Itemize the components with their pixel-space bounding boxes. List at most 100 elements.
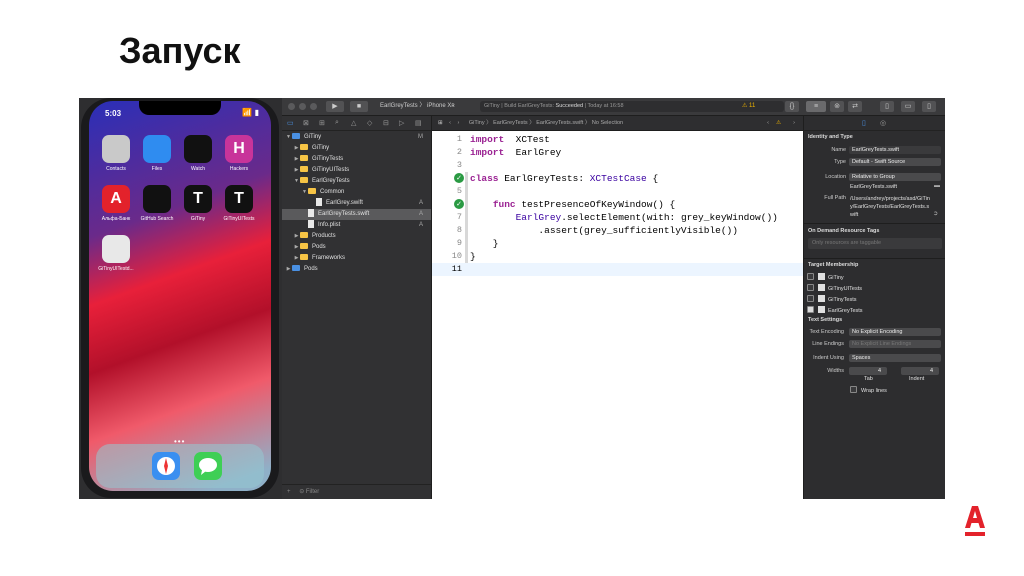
file-inspector-icon[interactable]: ▯ xyxy=(862,119,866,127)
code-line[interactable]: 1 import XCTest xyxy=(432,133,803,146)
back-icon[interactable]: ‹ xyxy=(449,120,451,126)
messages-icon[interactable] xyxy=(194,452,222,480)
disclosure-icon[interactable]: ▶ xyxy=(293,242,300,253)
indent-using-select[interactable]: Spaces xyxy=(849,354,941,362)
navigator-item[interactable]: EarlGreyTests.swift A xyxy=(282,209,431,220)
warning-icon[interactable]: ⚠ xyxy=(776,116,781,130)
disclosure-icon[interactable]: ▶ xyxy=(285,264,292,275)
grid-icon[interactable]: ⊞ xyxy=(438,120,443,126)
navigator-item[interactable]: ▶ Products xyxy=(282,231,431,242)
checkbox-icon[interactable] xyxy=(807,273,814,280)
disclosure-icon[interactable]: ▶ xyxy=(293,143,300,154)
test-passed-icon[interactable]: ✓ xyxy=(454,173,464,183)
folder-icon[interactable]: ▬ xyxy=(934,183,940,189)
navigator-item[interactable]: ▼ GiTiny M xyxy=(282,132,431,143)
fold-ribbon[interactable] xyxy=(465,237,468,250)
close-window-button[interactable] xyxy=(288,103,295,110)
type-select[interactable]: Default - Swift Source xyxy=(849,158,941,166)
library-button[interactable]: {} xyxy=(785,101,799,112)
fold-ribbon[interactable] xyxy=(465,198,468,211)
breadcrumb-item[interactable]: EarlGreyTests xyxy=(493,120,528,126)
checkbox-icon[interactable] xyxy=(807,284,814,291)
chevron-right-icon[interactable]: › xyxy=(793,116,795,130)
code-line[interactable]: 5 xyxy=(432,185,803,198)
odr-tags-field[interactable]: Only resources are taggable xyxy=(808,238,942,249)
breakpoint-icon[interactable]: ▷ xyxy=(399,119,404,127)
code-line[interactable]: 10} xyxy=(432,250,803,263)
line-endings-select[interactable]: No Explicit Line Endings xyxy=(849,340,941,348)
target-membership-item[interactable]: GiTiny xyxy=(807,273,844,281)
app-hackers[interactable]: H Hackers xyxy=(221,135,257,172)
navigator-item[interactable]: EarlGrey.swift A xyxy=(282,198,431,209)
minimize-window-button[interactable] xyxy=(299,103,306,110)
app-альфа-банк[interactable]: A Альфа-Банк xyxy=(98,185,134,222)
code-area[interactable]: 1import XCTest2import EarlGrey34✓class E… xyxy=(432,133,803,276)
zoom-window-button[interactable] xyxy=(310,103,317,110)
app-contacts[interactable]: Contacts xyxy=(98,135,134,172)
code-line[interactable]: 6✓ func testPresenceOfKeyWindow() { xyxy=(432,198,803,211)
reveal-icon[interactable]: ➲ xyxy=(933,210,938,217)
wrap-lines-checkbox[interactable]: Wrap lines xyxy=(850,386,887,394)
fold-ribbon[interactable] xyxy=(465,211,468,224)
navigator-item[interactable]: ▶ GiTiny xyxy=(282,143,431,154)
safari-icon[interactable] xyxy=(152,452,180,480)
run-button[interactable]: ▶ xyxy=(326,101,344,112)
scheme-selector[interactable]: EarlGreyTests 〉 iPhone Xʀ xyxy=(380,101,455,112)
disclosure-icon[interactable]: ▼ xyxy=(293,176,300,187)
navigator-item[interactable]: ▶ Frameworks xyxy=(282,253,431,264)
app-watch[interactable]: Watch xyxy=(180,135,216,172)
disclosure-icon[interactable]: ▼ xyxy=(301,187,308,198)
target-membership-item[interactable]: GiTinyTests xyxy=(807,295,857,303)
app-github-search[interactable]: GitHub Search xyxy=(139,185,175,222)
app-gitinyuitests[interactable]: T GiTinyUITests xyxy=(221,185,257,222)
app-gitinyuitestd-[interactable]: GiTinyUITestd... xyxy=(98,235,134,272)
disclosure-icon[interactable]: ▶ xyxy=(293,253,300,264)
test-icon[interactable]: ◇ xyxy=(367,119,372,127)
navigator-item[interactable]: ▶ GiTinyUITests xyxy=(282,165,431,176)
test-passed-icon[interactable]: ✓ xyxy=(454,199,464,209)
report-icon[interactable]: ▤ xyxy=(415,119,422,127)
help-inspector-icon[interactable]: ◎ xyxy=(880,119,886,127)
fold-ribbon[interactable] xyxy=(465,185,468,198)
code-line[interactable]: 9 } xyxy=(432,237,803,250)
warning-indicator[interactable]: ⚠ 11 xyxy=(742,101,755,112)
disclosure-icon[interactable]: ▶ xyxy=(293,231,300,242)
add-icon[interactable]: + xyxy=(287,489,291,495)
forward-icon[interactable]: › xyxy=(458,120,460,126)
navigator-item[interactable]: ▶ Pods xyxy=(282,264,431,275)
assistant-editor-button[interactable]: ⊚ xyxy=(830,101,844,112)
symbol-icon[interactable]: ⊞ xyxy=(319,119,325,127)
find-icon[interactable]: ⌕ xyxy=(335,119,339,127)
toggle-inspector-button[interactable]: ▯ xyxy=(922,101,936,112)
app-files[interactable]: Files xyxy=(139,135,175,172)
navigator-item[interactable]: ▼ Common xyxy=(282,187,431,198)
target-membership-item[interactable]: GiTinyUITests xyxy=(807,284,862,292)
navigator-item[interactable]: Info.plist A xyxy=(282,220,431,231)
code-line[interactable]: 4✓class EarlGreyTests: XCTestCase { xyxy=(432,172,803,185)
home-screen[interactable]: 5:03 📶 ▮ Contacts Files Watch H Hackers A Альф… xyxy=(89,101,271,491)
code-line[interactable]: 11 xyxy=(432,263,803,276)
code-line[interactable]: 7 EarlGrey.selectElement(with: grey_keyW… xyxy=(432,211,803,224)
stop-button[interactable]: ■ xyxy=(350,101,368,112)
encoding-select[interactable]: No Explicit Encoding xyxy=(849,328,941,336)
location-select[interactable]: Relative to Group xyxy=(849,173,941,181)
name-field[interactable]: EarlGreyTests.swift xyxy=(849,146,941,154)
filter-input[interactable]: Filter xyxy=(306,489,319,495)
standard-editor-button[interactable]: ≡ xyxy=(806,101,826,112)
code-editor[interactable]: ⊞ ‹ › GiTiny 〉 EarlGreyTests 〉 EarlGreyT… xyxy=(432,116,803,499)
code-line[interactable]: 2 import EarlGrey xyxy=(432,146,803,159)
disclosure-icon[interactable]: ▶ xyxy=(293,154,300,165)
fold-ribbon[interactable] xyxy=(465,224,468,237)
source-control-icon[interactable]: ⊠ xyxy=(303,119,309,127)
debug-icon[interactable]: ⊟ xyxy=(383,119,389,127)
navigator-item[interactable]: ▼ EarlGreyTests xyxy=(282,176,431,187)
toggle-navigator-button[interactable]: ▯ xyxy=(880,101,894,112)
toggle-debug-button[interactable]: ▭ xyxy=(901,101,915,112)
disclosure-icon[interactable]: ▶ xyxy=(293,165,300,176)
code-line[interactable]: 3 xyxy=(432,159,803,172)
folder-icon[interactable]: ▭ xyxy=(287,119,294,127)
target-membership-item[interactable]: EarlGreyTests xyxy=(807,306,863,314)
code-line[interactable]: 8 .assert(grey_sufficientlyVisible()) xyxy=(432,224,803,237)
navigator-item[interactable]: ▶ GiTinyTests xyxy=(282,154,431,165)
breadcrumb-item[interactable]: GiTiny xyxy=(469,120,485,126)
